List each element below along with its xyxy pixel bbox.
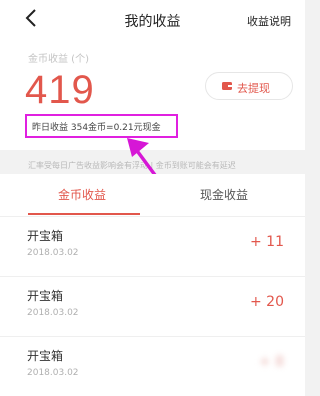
record-date: 2018.03.02 xyxy=(27,248,79,258)
exchange-rate-notice: 汇率受每日广告收益影响会有浮动 | 金币到账可能会有延迟 xyxy=(28,161,236,170)
yesterday-earnings-highlight: 昨日收益 354金币=0.21元现金 xyxy=(25,114,178,138)
record-title: 开宝箱 xyxy=(27,229,64,243)
record-amount: + 8 xyxy=(258,354,284,370)
record-title: 开宝箱 xyxy=(27,349,64,363)
record-amount: + 20 xyxy=(250,294,284,310)
yesterday-earnings-text: 昨日收益 354金币=0.21元现金 xyxy=(32,123,161,133)
coin-earnings-label: 金币收益 (个) xyxy=(28,54,89,65)
list-item[interactable]: 开宝箱 2018.03.02 + 11 xyxy=(0,216,305,276)
earnings-help-link[interactable]: 收益说明 xyxy=(247,13,291,29)
earnings-tabs: 金币收益 现金收益 xyxy=(0,174,305,216)
tab-coin-earnings[interactable]: 金币收益 xyxy=(58,186,106,203)
tab-cash-earnings[interactable]: 现金收益 xyxy=(200,186,248,203)
record-title: 开宝箱 xyxy=(27,289,64,303)
withdraw-label: 去提现 xyxy=(237,82,270,95)
wallet-icon xyxy=(222,82,232,90)
record-date: 2018.03.02 xyxy=(27,308,79,318)
list-item[interactable]: 开宝箱 2018.03.02 + 20 xyxy=(0,276,305,336)
record-date: 2018.03.02 xyxy=(27,368,79,378)
active-tab-indicator xyxy=(28,213,140,215)
withdraw-button[interactable]: 去提现 xyxy=(205,72,293,100)
header-bar: 我的收益 收益说明 xyxy=(0,0,305,40)
list-item[interactable]: 开宝箱 2018.03.02 + 8 xyxy=(0,336,305,396)
earnings-summary-card: 金币收益 (个) 419 去提现 昨日收益 354金币=0.21元现金 xyxy=(0,40,305,150)
coin-amount: 419 xyxy=(25,68,95,112)
record-amount: + 11 xyxy=(250,234,284,250)
